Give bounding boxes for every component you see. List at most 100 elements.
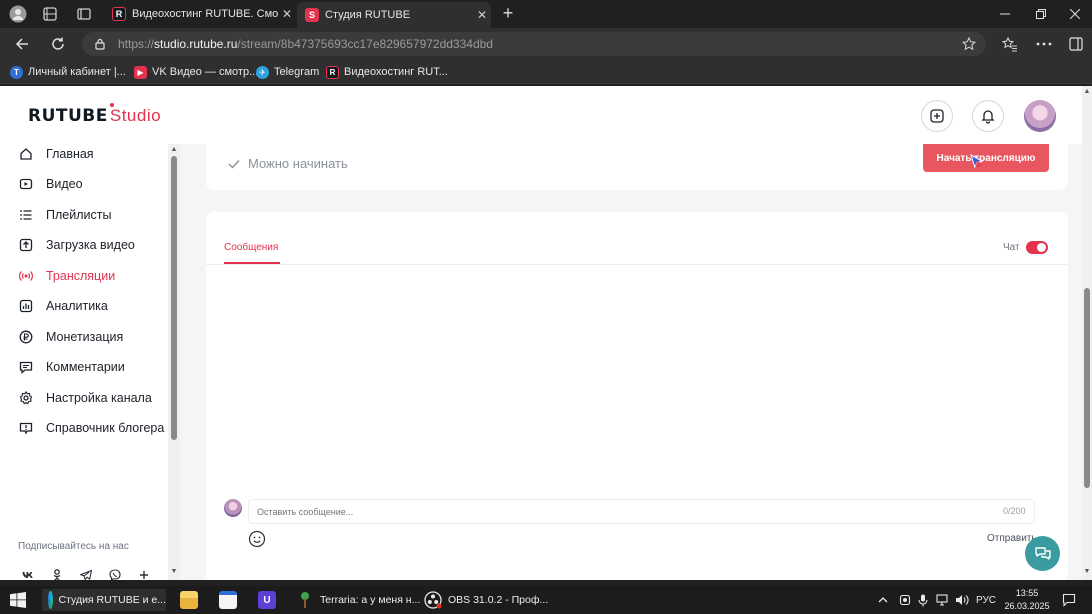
taskbar-app-store[interactable] (219, 589, 243, 611)
ready-status: Можно начинать (228, 156, 348, 171)
mouse-cursor-icon (970, 154, 984, 170)
user-avatar[interactable] (1024, 100, 1056, 132)
back-arrow-icon[interactable] (12, 34, 32, 54)
sidebar-item-comments[interactable]: Комментарии (18, 357, 125, 377)
start-broadcast-button[interactable]: Начать трансляцию (923, 144, 1049, 172)
plus-icon[interactable] (133, 564, 155, 580)
sidebar-item-monetization[interactable]: Монетизация (18, 327, 123, 347)
tab-title: Видеохостинг RUTUBE. Смотрите (132, 8, 278, 20)
bookmark-item[interactable]: ✈ Telegram (256, 64, 319, 80)
microphone-icon[interactable] (918, 592, 928, 608)
analytics-icon (18, 298, 34, 314)
telegram-icon[interactable] (75, 564, 97, 580)
windows-taskbar: Студия RUTUBE и е... U Terraria: а у мен… (0, 586, 1092, 614)
tab-rutube-video[interactable]: R Видеохостинг RUTUBE. Смотрите ✕ (104, 2, 296, 26)
sidebar-item-analytics[interactable]: Аналитика (18, 296, 108, 316)
bookmark-item[interactable]: ▶ VK Видео — смотр... (134, 64, 258, 80)
url-field[interactable]: https://studio.rutube.ru/stream/8b473756… (82, 32, 986, 56)
viber-icon[interactable] (104, 564, 126, 580)
sidebar-item-upload[interactable]: Загрузка видео (18, 235, 135, 255)
restore-button[interactable] (1022, 0, 1060, 28)
address-bar-row: https://studio.rutube.ru/stream/8b473756… (0, 28, 1092, 60)
toggle-knob (1037, 243, 1046, 252)
add-square-icon (930, 109, 944, 123)
broadcast-icon (18, 268, 34, 284)
minimize-button[interactable] (986, 0, 1024, 28)
bookmark-label: Telegram (274, 66, 320, 78)
page-scroll-thumb[interactable] (1084, 288, 1090, 488)
bookmark-item[interactable]: R Видеохостинг RUT... (326, 64, 448, 80)
clock-time: 13:55 (1015, 588, 1039, 598)
taskbar-app-launcher[interactable]: U (258, 589, 282, 611)
taskbar-clock[interactable]: 13:55 26.03.2025 (1004, 587, 1050, 613)
page-scrollbar[interactable]: ▲ ▼ (1082, 86, 1092, 580)
sidebar-item-home[interactable]: Главная (18, 144, 94, 164)
tab-messages[interactable]: Сообщения (224, 242, 278, 253)
odnoklassniki-icon[interactable] (46, 564, 68, 580)
language-indicator[interactable]: РУС (976, 592, 996, 608)
taskbar-app-edge[interactable]: Студия RUTUBE и е... (42, 589, 166, 611)
app-icon: U (258, 591, 276, 609)
studio-page: RUTUBE Studio Главная Видео Плейлисты Заг… (0, 86, 1082, 580)
favorite-star-icon[interactable] (962, 37, 976, 51)
create-button[interactable] (921, 100, 953, 132)
bookmark-favicon-icon: T (10, 65, 23, 79)
bookmark-item[interactable]: T Личный кабинет |... (10, 64, 126, 80)
tray-app-icon[interactable] (899, 592, 911, 608)
close-tab-icon[interactable]: ✕ (473, 8, 491, 22)
tab-title: Студия RUTUBE (325, 9, 411, 21)
vk-icon[interactable] (17, 564, 39, 580)
tab-rutube-studio[interactable]: S Студия RUTUBE ✕ (297, 2, 491, 28)
workspaces-icon[interactable] (40, 4, 60, 24)
sidebar-scroll-thumb[interactable] (171, 156, 177, 440)
sidebar-item-blogger-guide[interactable]: Справочник блогера (18, 418, 164, 438)
profile-icon[interactable] (8, 4, 28, 24)
file-explorer-icon (180, 591, 198, 609)
video-icon (18, 176, 34, 192)
sidebar-item-broadcasts[interactable]: Трансляции (18, 266, 115, 286)
support-chat-icon (1034, 546, 1051, 560)
check-icon (228, 159, 240, 169)
scroll-down-arrow-icon[interactable]: ▼ (170, 568, 178, 575)
start-button[interactable] (10, 589, 26, 611)
url-scheme: https:// (118, 37, 155, 51)
close-tab-icon[interactable]: ✕ (278, 7, 296, 21)
bookmark-favicon-icon: ✈ (256, 65, 269, 79)
obs-icon (424, 591, 442, 609)
support-chat-button[interactable] (1025, 536, 1060, 571)
network-icon[interactable] (935, 592, 949, 608)
lock-icon (94, 38, 106, 50)
sidebar-item-playlists[interactable]: Плейлисты (18, 205, 111, 225)
tray-overflow-chevron-icon[interactable] (878, 592, 888, 608)
favorites-icon[interactable] (1000, 34, 1020, 54)
rutube-studio-logo[interactable]: RUTUBE Studio (28, 103, 161, 126)
sidebar-scrollbar[interactable]: ▲ ▼ (168, 144, 180, 580)
studio-sidebar: Главная Видео Плейлисты Загрузка видео Т… (0, 144, 168, 580)
sidebar-toggle-icon[interactable] (1066, 34, 1086, 54)
sidebar-item-channel-settings[interactable]: Настройка канала (18, 388, 152, 408)
tab-actions-icon[interactable] (74, 4, 94, 24)
refresh-icon[interactable] (48, 34, 68, 54)
taskbar-app-explorer[interactable] (180, 589, 204, 611)
rutube-favicon-icon: R (112, 7, 126, 21)
scroll-up-arrow-icon[interactable]: ▲ (170, 146, 178, 153)
chat-toggle-label: Чат (1003, 242, 1020, 253)
sidebar-item-video[interactable]: Видео (18, 174, 83, 194)
close-window-button[interactable] (1056, 0, 1092, 28)
more-menu-icon[interactable] (1034, 34, 1054, 54)
emoji-icon[interactable] (248, 530, 266, 548)
taskbar-app-obs[interactable]: OBS 31.0.2 - Проф... (424, 589, 548, 611)
stream-status-card: Можно начинать Начать трансляцию (206, 144, 1068, 190)
volume-icon[interactable] (955, 592, 969, 608)
message-input[interactable] (248, 499, 1035, 524)
scroll-up-arrow-icon[interactable]: ▲ (1083, 88, 1091, 95)
chat-toggle[interactable] (1026, 241, 1048, 254)
notification-center-icon[interactable] (1062, 592, 1076, 608)
taskbar-app-terraria[interactable]: Terraria: а у меня н... (296, 589, 420, 611)
scroll-down-arrow-icon[interactable]: ▼ (1083, 568, 1091, 575)
new-tab-button[interactable]: + (498, 4, 518, 24)
bookmark-label: Личный кабинет |... (28, 66, 126, 78)
playlist-icon (18, 207, 34, 223)
notifications-button[interactable] (972, 100, 1004, 132)
bookmark-favicon-icon: R (326, 65, 339, 79)
